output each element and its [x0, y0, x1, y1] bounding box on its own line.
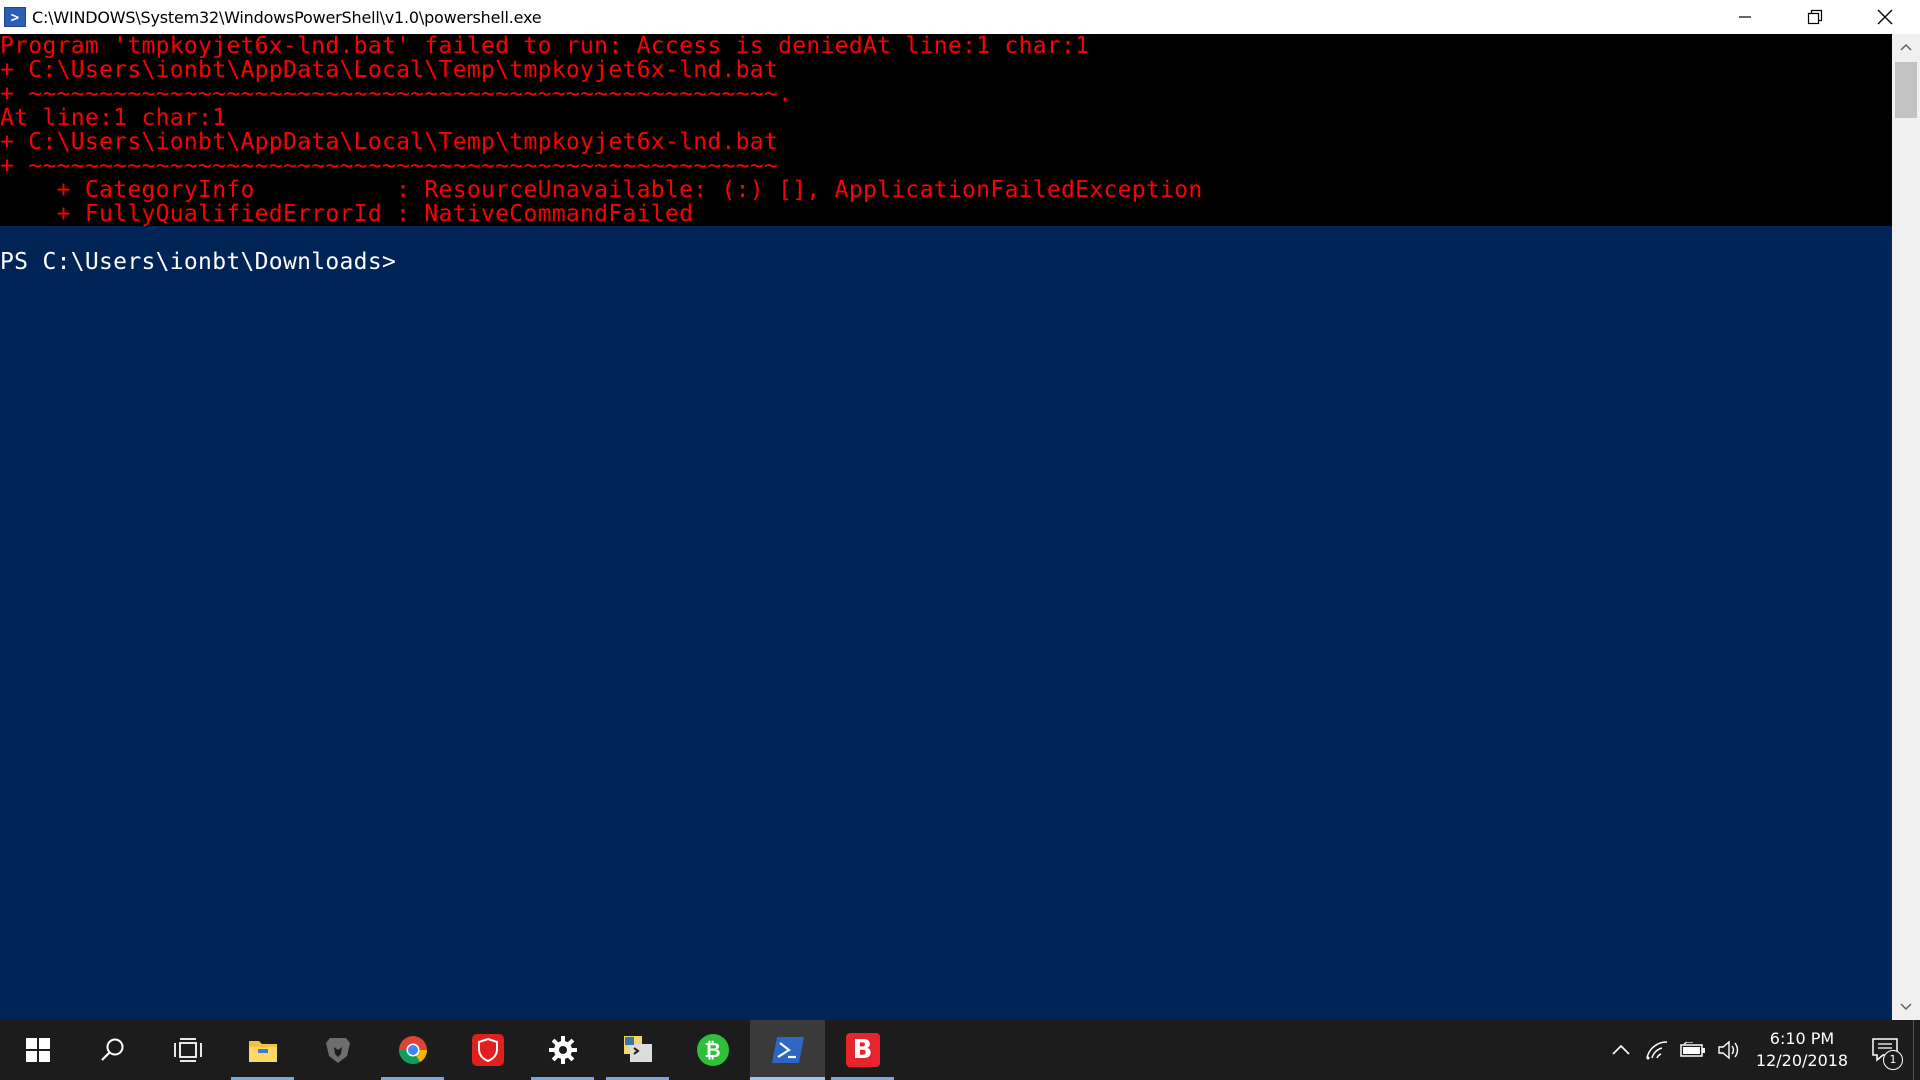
error-line: + CategoryInfo : ResourceUnavailable: (:…: [0, 177, 1203, 203]
minimize-icon: [1739, 16, 1751, 18]
notification-count-badge: 1: [1883, 1050, 1903, 1070]
battery-button[interactable]: [1675, 1020, 1711, 1080]
chevron-up-icon: [1900, 43, 1912, 51]
minimize-button[interactable]: [1710, 0, 1780, 34]
b-letter-icon: B: [845, 1033, 880, 1067]
python-icon: [623, 1036, 652, 1062]
close-button[interactable]: [1850, 0, 1920, 34]
battery-icon: [1680, 1042, 1705, 1057]
system-tray: 6:10 PM 12/20/2018 1: [1603, 1020, 1920, 1080]
start-button[interactable]: [0, 1020, 75, 1080]
restore-button[interactable]: [1780, 0, 1850, 34]
search-button[interactable]: [75, 1020, 150, 1080]
volume-button[interactable]: [1711, 1020, 1747, 1080]
python-app-button[interactable]: [600, 1020, 675, 1080]
task-view-button[interactable]: [150, 1020, 225, 1080]
clock-time: 6:10 PM: [1769, 1029, 1835, 1048]
window-controls: [1710, 0, 1920, 34]
show-desktop-button[interactable]: [1913, 1020, 1920, 1080]
command-prompt[interactable]: PS C:\Users\ionbt\Downloads>: [0, 250, 1892, 274]
window-title: C:\WINDOWS\System32\WindowsPowerShell\v1…: [32, 7, 542, 27]
error-block: Program 'tmpkoyjet6x-lnd.bat' failed to …: [0, 34, 1892, 226]
network-button[interactable]: [1639, 1020, 1675, 1080]
shield-icon: [471, 1034, 504, 1066]
chrome-icon: [398, 1036, 427, 1064]
action-center-button[interactable]: 1: [1857, 1020, 1913, 1080]
title-bar[interactable]: > C:\WINDOWS\System32\WindowsPowerShell\…: [0, 0, 1920, 34]
show-hidden-icons-button[interactable]: [1603, 1020, 1639, 1080]
scroll-thumb[interactable]: [1895, 62, 1917, 118]
windows-logo-icon: [25, 1038, 50, 1062]
restore-icon: [1807, 9, 1823, 25]
clock-button[interactable]: 6:10 PM 12/20/2018: [1747, 1020, 1857, 1080]
b-app-button[interactable]: B: [825, 1020, 900, 1080]
error-line: + C:\Users\ionbt\AppData\Local\Temp\tmpk…: [0, 129, 779, 155]
file-explorer-button[interactable]: [225, 1020, 300, 1080]
bitcoin-app-button[interactable]: ₿: [675, 1020, 750, 1080]
clock-date: 12/20/2018: [1755, 1051, 1849, 1070]
search-icon: [100, 1038, 123, 1061]
wifi-icon: [1646, 1041, 1668, 1060]
bitcoin-icon: ₿: [696, 1034, 729, 1066]
error-line: + C:\Users\ionbt\AppData\Local\Temp\tmpk…: [0, 57, 779, 83]
speaker-icon: [1718, 1040, 1739, 1060]
shield-app-button[interactable]: [450, 1020, 525, 1080]
scroll-down-button[interactable]: [1892, 994, 1920, 1020]
folder-icon: [248, 1041, 277, 1062]
lion-icon: [325, 1038, 350, 1063]
powershell-button[interactable]: [750, 1020, 825, 1080]
settings-button[interactable]: [525, 1020, 600, 1080]
vertical-scrollbar[interactable]: [1892, 34, 1920, 1020]
scroll-up-button[interactable]: [1892, 34, 1920, 60]
brave-button[interactable]: [300, 1020, 375, 1080]
task-view-icon: [173, 1038, 202, 1062]
chrome-button[interactable]: [375, 1020, 450, 1080]
error-line: At line:1 char:1: [0, 105, 227, 131]
powershell-icon: [771, 1037, 804, 1063]
console-output[interactable]: Program 'tmpkoyjet6x-lnd.bat' failed to …: [0, 34, 1892, 1020]
error-line: + ~~~~~~~~~~~~~~~~~~~~~~~~~~~~~~~~~~~~~~…: [0, 81, 793, 107]
error-line: + ~~~~~~~~~~~~~~~~~~~~~~~~~~~~~~~~~~~~~~…: [0, 153, 779, 179]
error-line: Program 'tmpkoyjet6x-lnd.bat' failed to …: [0, 34, 1090, 59]
taskbar: ₿ B 6:10 PM 12/20/2018 1: [0, 1020, 1920, 1080]
chevron-down-icon: [1900, 1003, 1912, 1011]
close-icon: [1877, 9, 1893, 25]
chevron-up-icon: [1612, 1045, 1630, 1055]
gear-icon: [548, 1036, 577, 1064]
powershell-app-icon: >: [4, 7, 26, 27]
error-line: + FullyQualifiedErrorId : NativeCommandF…: [0, 201, 694, 227]
